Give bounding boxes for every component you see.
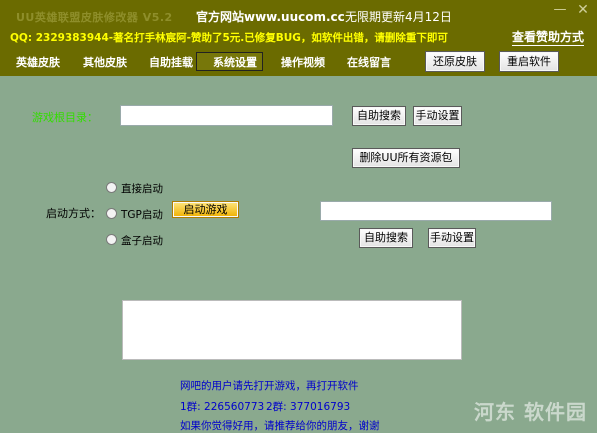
donate-link[interactable]: 查看赞助方式 bbox=[512, 28, 585, 46]
radio-box-label: 盒子启动 bbox=[121, 235, 163, 247]
radio-direct-label: 直接启动 bbox=[121, 183, 163, 195]
radio-direct-launch[interactable]: 直接启动 bbox=[106, 181, 163, 196]
close-icon[interactable]: ✕ bbox=[575, 2, 591, 18]
nav-system-settings[interactable]: 系统设置 bbox=[196, 52, 263, 71]
window-title: UU英雄联盟皮肤修改器 V5.2 bbox=[16, 11, 173, 24]
nav-self-mount[interactable]: 自助挂载 bbox=[149, 54, 193, 70]
delete-resources-button[interactable]: 删除UU所有资源包 bbox=[352, 148, 460, 168]
update-date-label: 无限期更新4月12日 bbox=[345, 10, 452, 24]
netcafe-notice: 网吧的用户请先打开游戏，再打开软件 bbox=[180, 380, 359, 392]
log-textarea[interactable] bbox=[122, 300, 462, 360]
watermark-text: 河东 软件园 bbox=[474, 400, 587, 424]
game-dir-label: 游戏根目录： bbox=[32, 111, 98, 124]
minimize-icon[interactable]: — bbox=[552, 2, 568, 18]
game-dir-input[interactable] bbox=[120, 105, 333, 126]
radio-button-icon bbox=[106, 182, 117, 193]
launch-mode-label: 启动方式： bbox=[46, 207, 101, 220]
radio-button-icon bbox=[106, 234, 117, 245]
nav-system-settings-label: 系统设置 bbox=[213, 56, 257, 69]
restart-software-button[interactable]: 重启软件 bbox=[499, 51, 559, 72]
restore-skin-button[interactable]: 还原皮肤 bbox=[425, 51, 485, 72]
radio-tgp-label: TGP启动 bbox=[121, 209, 163, 221]
radio-box-launch[interactable]: 盒子启动 bbox=[106, 233, 163, 248]
manual-set-button-2[interactable]: 手动设置 bbox=[428, 228, 476, 248]
nav-online-message[interactable]: 在线留言 bbox=[347, 54, 391, 70]
recommend-notice: 如果你觉得好用，请推荐给你的朋友，谢谢 bbox=[180, 420, 380, 432]
nav-other-skins[interactable]: 其他皮肤 bbox=[83, 54, 127, 70]
radio-button-icon bbox=[106, 208, 117, 219]
qq-notice-text: QQ: 2329383944-著名打手林宸阿-赞助了5元.已修复BUG，如软件出… bbox=[10, 32, 448, 44]
launch-path-input[interactable] bbox=[320, 201, 552, 221]
start-game-button[interactable]: 启动游戏 bbox=[172, 201, 239, 218]
nav-hero-skins[interactable]: 英雄皮肤 bbox=[16, 54, 60, 70]
auto-search-button-2[interactable]: 自助搜索 bbox=[359, 228, 413, 248]
radio-tgp-launch[interactable]: TGP启动 bbox=[106, 207, 163, 222]
manual-set-button[interactable]: 手动设置 bbox=[413, 106, 462, 126]
qq-group-2: 2群: 377016793 bbox=[266, 401, 351, 413]
nav-tutorial-video[interactable]: 操作视频 bbox=[281, 54, 325, 70]
official-site-link[interactable]: 官方网站www.uucom.cc bbox=[196, 8, 345, 25]
qq-group-1: 1群: 226560773 bbox=[180, 401, 265, 413]
auto-search-button[interactable]: 自助搜索 bbox=[352, 106, 406, 126]
